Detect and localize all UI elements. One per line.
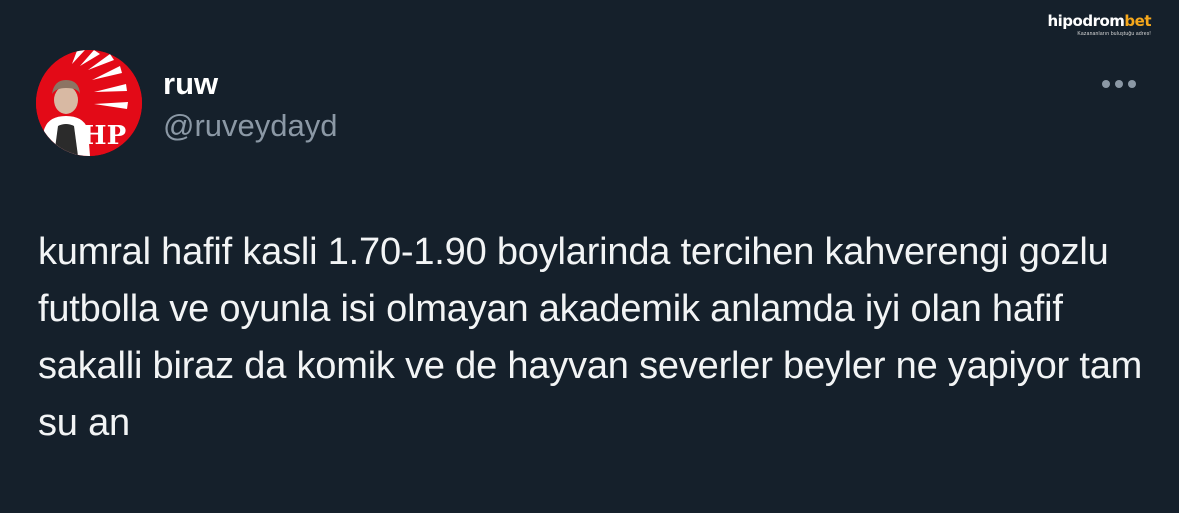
avatar-image: HP <box>36 50 142 156</box>
watermark-logo: hipodrombet <box>1047 14 1151 29</box>
user-handle[interactable]: @ruveydayd <box>163 108 338 144</box>
watermark: hipodrombet Kazananların buluştuğu adres… <box>1047 14 1151 37</box>
display-name[interactable]: ruw <box>163 66 218 102</box>
more-horizontal-icon <box>1102 80 1136 88</box>
avatar[interactable]: HP <box>36 50 142 156</box>
watermark-brand-main: hipodrom <box>1047 12 1125 30</box>
watermark-brand-accent: bet <box>1124 12 1151 30</box>
watermark-tagline: Kazananların buluştuğu adres! <box>1077 31 1151 37</box>
avatar-text: HP <box>82 121 126 151</box>
tweet-text: kumral hafif kasli 1.70-1.90 boylarinda … <box>38 231 1143 444</box>
more-options-button[interactable] <box>1095 70 1143 98</box>
tweet-screenshot: hipodrombet Kazananların buluştuğu adres… <box>0 0 1179 513</box>
